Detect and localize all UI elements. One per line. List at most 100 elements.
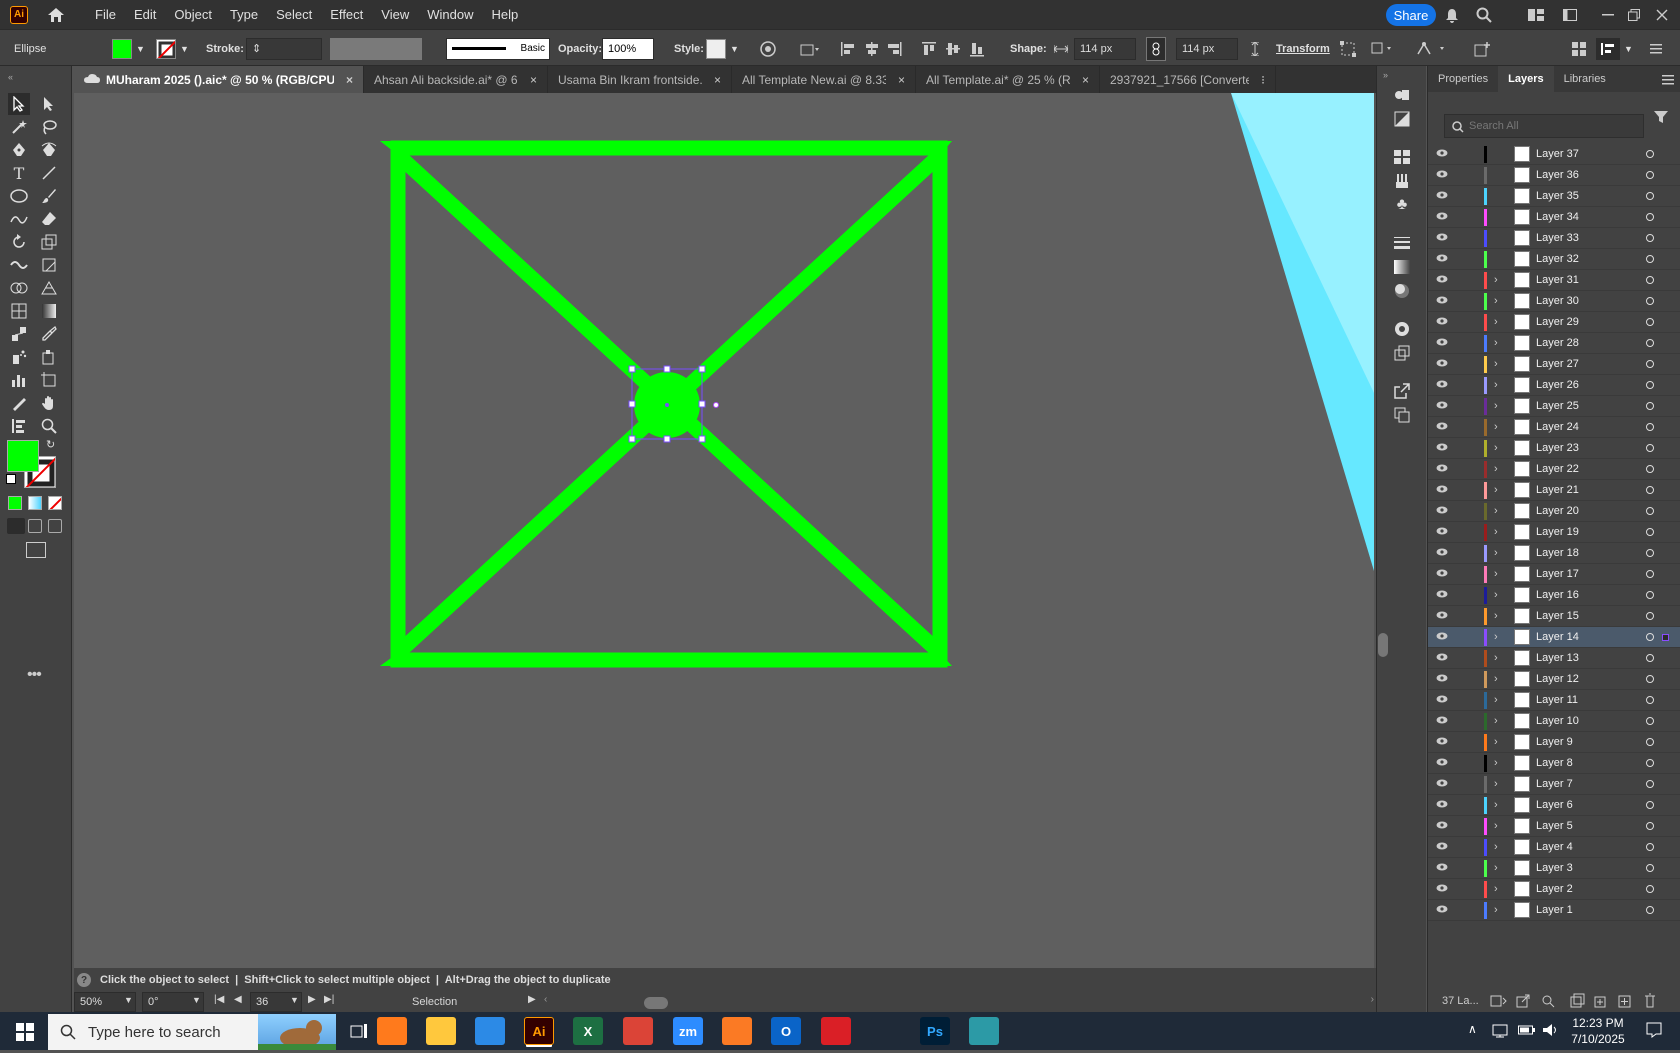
expand-chevron-icon[interactable]: › xyxy=(1494,400,1498,412)
help-icon[interactable]: ? xyxy=(77,973,91,987)
taskbar-search-box[interactable]: Type here to search xyxy=(48,1014,336,1050)
visibility-eye-icon[interactable] xyxy=(1435,527,1449,538)
visibility-eye-icon[interactable] xyxy=(1435,779,1449,790)
height-field[interactable]: 114 px xyxy=(1176,30,1238,67)
target-circle-icon[interactable] xyxy=(1646,423,1654,431)
layer-row[interactable]: Layer 33 xyxy=(1428,228,1680,249)
vertical-scrollbar-thumb[interactable] xyxy=(1378,633,1388,657)
start-icon[interactable] xyxy=(16,1023,34,1044)
visibility-eye-icon[interactable] xyxy=(1435,653,1449,664)
visibility-eye-icon[interactable] xyxy=(1435,695,1449,706)
task-view-icon[interactable] xyxy=(350,1023,368,1042)
artwork[interactable] xyxy=(74,93,1374,968)
artboard-canvas[interactable] xyxy=(74,93,1374,968)
width-field[interactable]: 114 px xyxy=(1074,30,1136,67)
align-icons[interactable] xyxy=(840,30,986,67)
target-circle-icon[interactable] xyxy=(1646,780,1654,788)
taskbar-app-illustrator-icon[interactable]: Ai xyxy=(524,1017,554,1045)
layer-name[interactable]: Layer 21 xyxy=(1536,484,1579,496)
expand-chevron-icon[interactable]: › xyxy=(1494,421,1498,433)
expand-chevron-icon[interactable]: › xyxy=(1494,883,1498,895)
opacity-value[interactable]: 100% xyxy=(602,37,654,60)
layer-name[interactable]: Layer 19 xyxy=(1536,526,1579,538)
taskbar-app-excel-icon[interactable]: X xyxy=(573,1017,603,1045)
target-circle-icon[interactable] xyxy=(1646,528,1654,536)
image-trace-icon[interactable] xyxy=(1391,108,1413,130)
export-icon[interactable] xyxy=(1391,380,1413,402)
visibility-eye-icon[interactable] xyxy=(1435,380,1449,391)
layer-row[interactable]: › Layer 20 xyxy=(1428,501,1680,522)
expand-chevron-icon[interactable]: › xyxy=(1494,820,1498,832)
visibility-eye-icon[interactable] xyxy=(1435,863,1449,874)
layer-name[interactable]: Layer 30 xyxy=(1536,295,1579,307)
slice-tool-icon[interactable] xyxy=(8,392,30,414)
direct-selection-tool-icon[interactable] xyxy=(38,93,60,115)
document-tab[interactable]: Usama Bin Ikram frontside.ai × xyxy=(548,66,732,93)
expand-chevron-icon[interactable]: › xyxy=(1494,274,1498,286)
layer-name[interactable]: Layer 16 xyxy=(1536,589,1579,601)
target-circle-icon[interactable] xyxy=(1646,612,1654,620)
taskbar-app-creative-cloud-icon[interactable] xyxy=(821,1017,851,1045)
visibility-eye-icon[interactable] xyxy=(1435,275,1449,286)
arrange-panels-icon[interactable] xyxy=(1572,30,1586,67)
layer-name[interactable]: Layer 11 xyxy=(1536,694,1578,706)
target-circle-icon[interactable] xyxy=(1646,801,1654,809)
recolor-icon[interactable] xyxy=(760,30,776,67)
target-circle-icon[interactable] xyxy=(1646,234,1654,242)
mesh-tool-icon[interactable] xyxy=(8,300,30,322)
notifications-icon[interactable] xyxy=(1646,1022,1662,1041)
target-circle-icon[interactable] xyxy=(1646,381,1654,389)
layer-row[interactable]: › Layer 23 xyxy=(1428,438,1680,459)
target-circle-icon[interactable] xyxy=(1646,549,1654,557)
panel-menu-icon[interactable] xyxy=(1650,30,1662,67)
line-segment-tool-icon[interactable] xyxy=(38,162,60,184)
expand-chevron-icon[interactable]: › xyxy=(1494,547,1498,559)
draw-behind-icon[interactable] xyxy=(28,519,42,533)
gradient-tool-icon[interactable] xyxy=(38,300,60,322)
visibility-eye-icon[interactable] xyxy=(1435,716,1449,727)
opacity-field[interactable]: 100% xyxy=(602,30,654,67)
visibility-eye-icon[interactable] xyxy=(1435,191,1449,202)
layer-name[interactable]: Layer 4 xyxy=(1536,841,1573,853)
selection-tool-icon[interactable] xyxy=(8,93,30,115)
global-edit-icon[interactable] xyxy=(1474,30,1492,67)
width-value[interactable]: 114 px xyxy=(1074,37,1136,60)
blend-tool-icon[interactable] xyxy=(8,323,30,345)
more-tools-icon[interactable]: ••• xyxy=(27,666,42,684)
layer-name[interactable]: Layer 29 xyxy=(1536,316,1579,328)
visibility-eye-icon[interactable] xyxy=(1435,212,1449,223)
layer-row[interactable]: › Layer 19 xyxy=(1428,522,1680,543)
tool-menu-icon[interactable]: ▶ xyxy=(528,994,536,1005)
target-circle-icon[interactable] xyxy=(1646,507,1654,515)
layer-row[interactable]: › Layer 6 xyxy=(1428,795,1680,816)
expand-chevron-icon[interactable]: › xyxy=(1494,631,1498,643)
close-tab-icon[interactable]: × xyxy=(346,73,353,87)
expand-chevron-icon[interactable]: › xyxy=(1494,736,1498,748)
document-tab[interactable]: Ahsan Ali backside.ai* @ 66.... × xyxy=(364,66,548,93)
visibility-eye-icon[interactable] xyxy=(1435,338,1449,349)
visibility-eye-icon[interactable] xyxy=(1435,674,1449,685)
target-circle-icon[interactable] xyxy=(1646,465,1654,473)
layer-name[interactable]: Layer 15 xyxy=(1536,610,1579,622)
document-tab[interactable]: MUharam 2025 ().aic* @ 50 % (RGB/CPU Pre… xyxy=(74,66,364,93)
target-circle-icon[interactable] xyxy=(1646,150,1654,158)
first-artboard-icon[interactable]: |◀ xyxy=(214,994,224,1005)
symbols-icon[interactable]: ♣ xyxy=(1391,194,1413,216)
fill-color-box[interactable] xyxy=(7,440,39,472)
expand-chevron-icon[interactable]: › xyxy=(1494,442,1498,454)
layer-row[interactable]: › Layer 11 xyxy=(1428,690,1680,711)
visibility-eye-icon[interactable] xyxy=(1435,800,1449,811)
close-tab-icon[interactable]: × xyxy=(898,73,905,87)
visibility-eye-icon[interactable] xyxy=(1435,170,1449,181)
warp-tool-icon[interactable] xyxy=(8,254,30,276)
restore-icon[interactable] xyxy=(1624,5,1644,25)
properties-menu-icon[interactable]: ▼ xyxy=(1596,30,1633,67)
none-mode-icon[interactable] xyxy=(48,496,62,510)
paintbrush-tool-icon[interactable] xyxy=(38,185,60,207)
taskbar-app-pen-app-icon[interactable] xyxy=(871,1017,901,1045)
transform-each-icon[interactable] xyxy=(1340,30,1356,67)
clock[interactable]: 12:23 PM 7/10/2025 xyxy=(1566,1015,1630,1047)
expand-chevron-icon[interactable]: › xyxy=(1494,526,1498,538)
menu-effect[interactable]: Effect xyxy=(321,0,372,29)
layer-row[interactable]: › Layer 26 xyxy=(1428,375,1680,396)
